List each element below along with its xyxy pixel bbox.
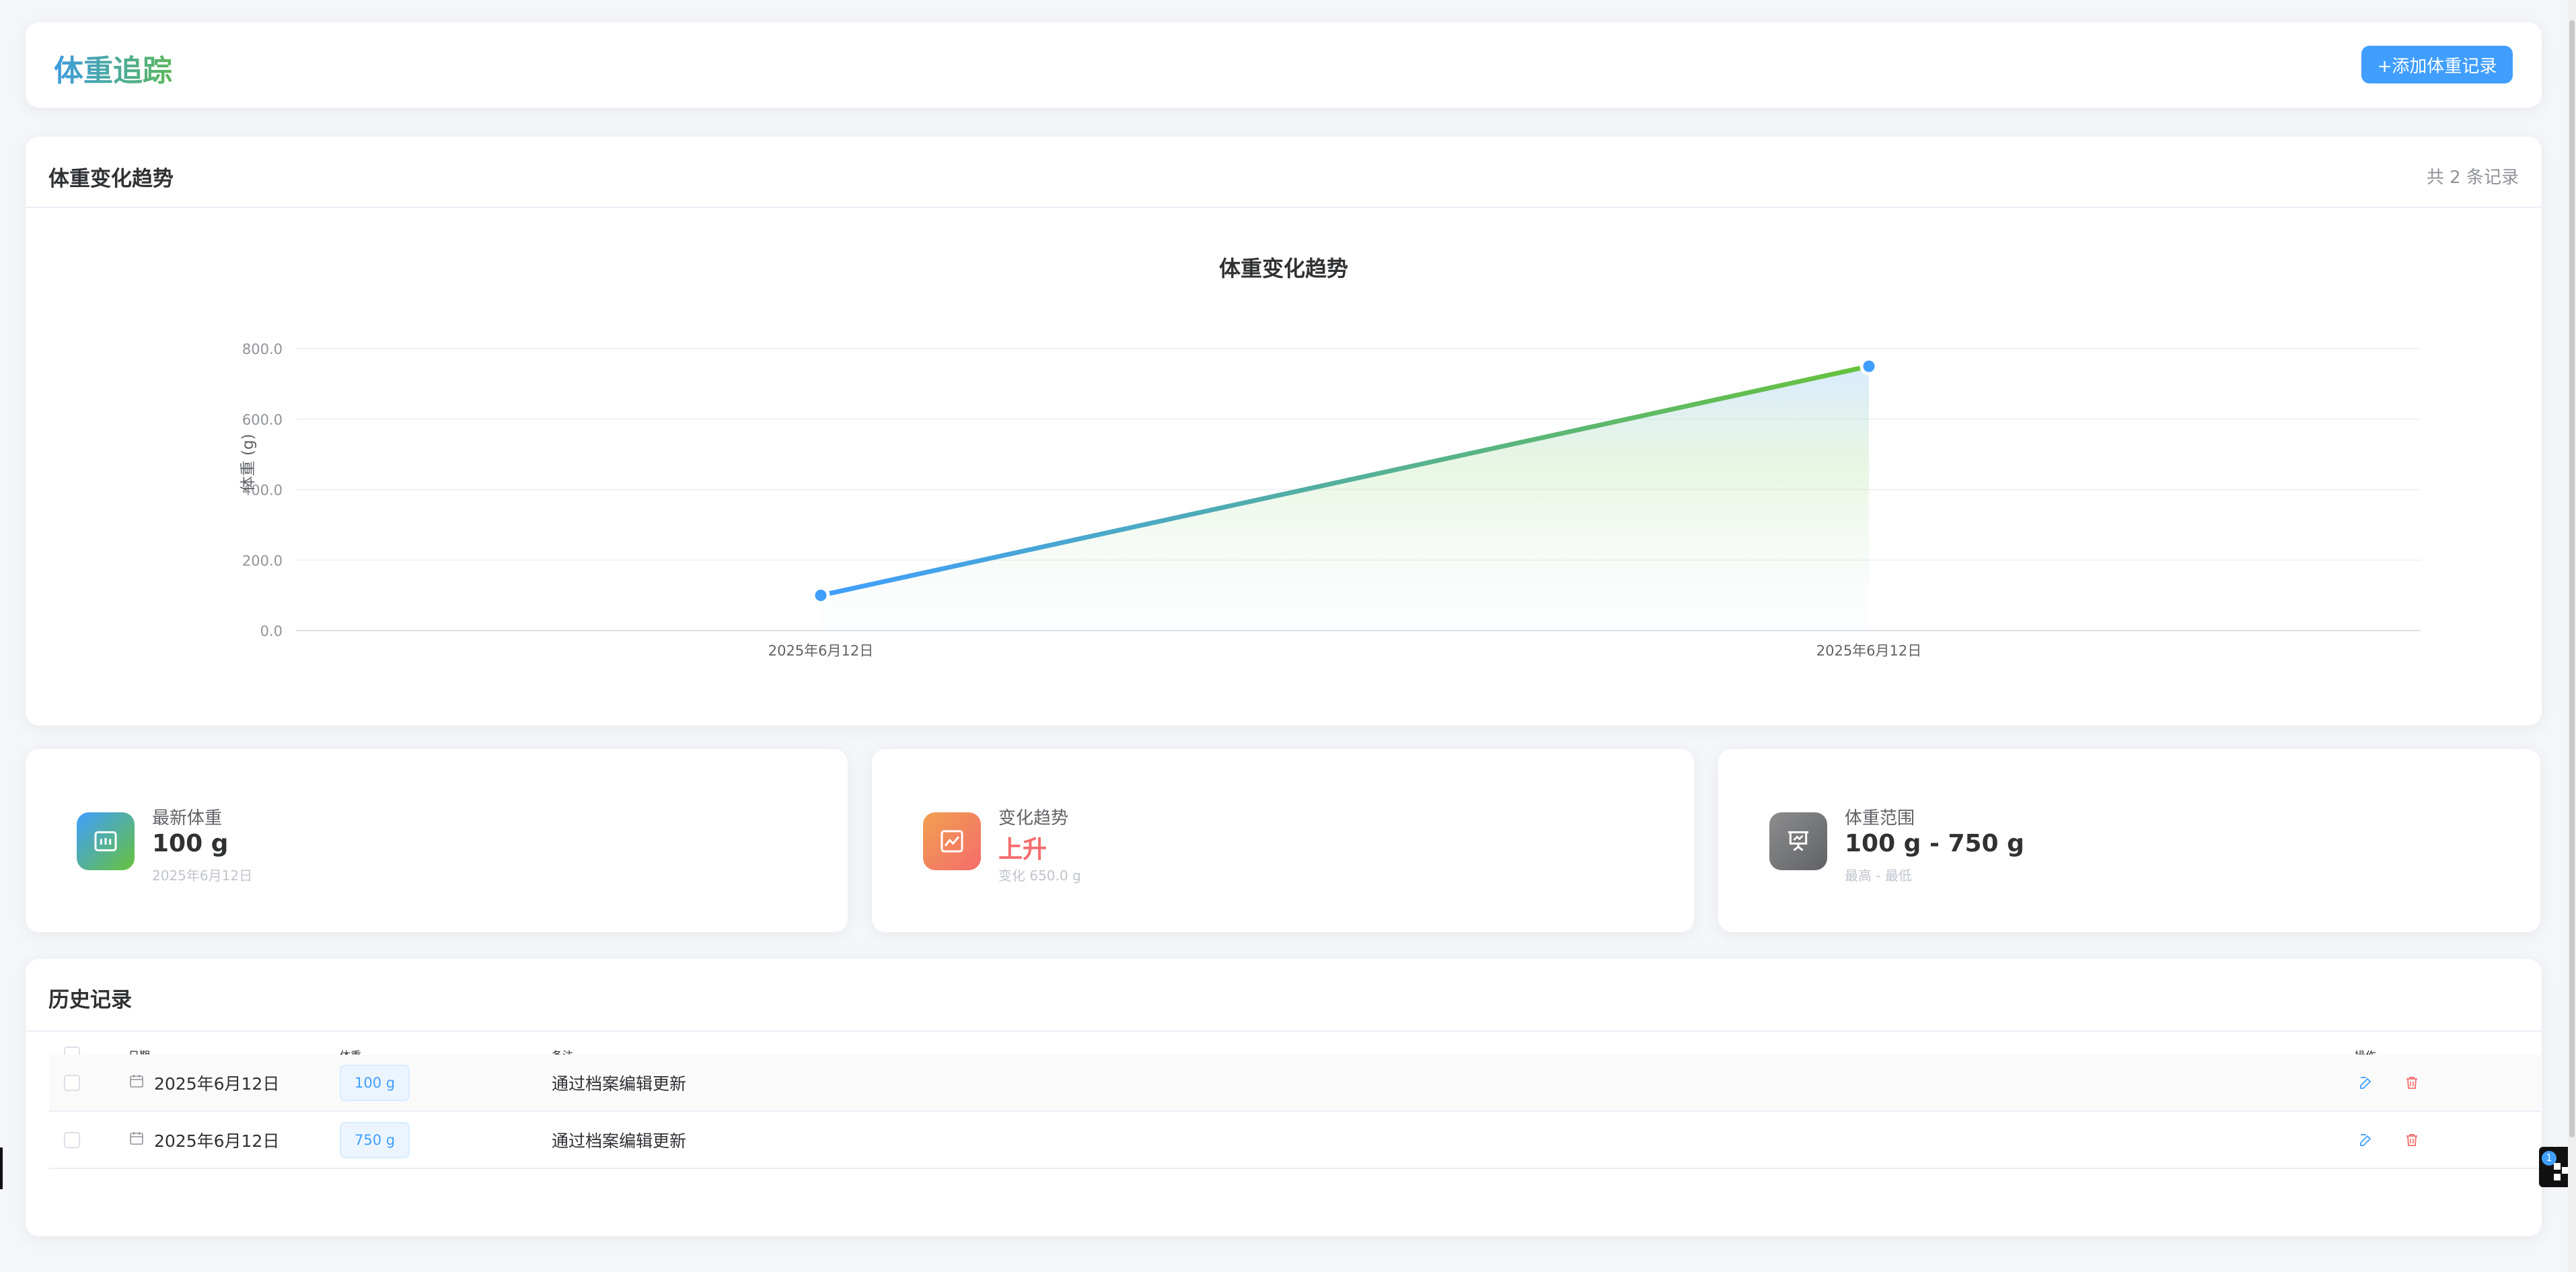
vertical-scrollbar[interactable]: [2568, 0, 2576, 1272]
trend-value: 上升: [998, 836, 1047, 863]
card-divider: [26, 1030, 2542, 1032]
history-card: 历史记录 日期 体重 备注 操作 2025年6月12日 100 g 通过档案编辑…: [26, 959, 2542, 1236]
record-date: 2025年6月12日: [154, 1131, 280, 1151]
chart-y-tick-label: 800.0: [242, 341, 283, 357]
weight-tag: 750 g: [340, 1121, 410, 1158]
edit-icon[interactable]: [2358, 1075, 2374, 1091]
chart-y-tick-label: 600.0: [242, 412, 283, 428]
trend-change: 变化 650.0 g: [998, 868, 1081, 884]
chart-x-tick-label: 2025年6月12日: [768, 643, 874, 659]
weight-line-chart: 体重变化趋势 0.0200.0400.0600.0800.02025年6月12日…: [240, 256, 2421, 659]
record-date: 2025年6月12日: [154, 1073, 280, 1094]
app-title: 体重追踪: [54, 46, 172, 90]
calendar-icon: [128, 1130, 145, 1150]
latest-weight-value: 100 g: [152, 830, 229, 857]
scrollbar-thumb[interactable]: [2569, 20, 2575, 1137]
range-label: 体重范围: [1845, 808, 1915, 828]
range-sub: 最高 - 最低: [1845, 868, 1912, 884]
chart-y-axis-label: 体重 (g): [240, 434, 257, 492]
row-checkbox[interactable]: [64, 1131, 80, 1148]
weight-trend-stat-card: 变化趋势 上升 变化 650.0 g: [872, 749, 1694, 932]
edge-marker: [0, 1147, 3, 1189]
chart-title: 体重变化趋势: [1219, 256, 1348, 281]
edit-icon[interactable]: [2358, 1132, 2374, 1148]
latest-weight-card: 最新体重 100 g 2025年6月12日: [26, 749, 848, 932]
table-row: 2025年6月12日 100 g 通过档案编辑更新: [49, 1055, 2541, 1112]
record-note: 通过档案编辑更新: [552, 1073, 687, 1094]
chart-y-tick-label: 0.0: [260, 623, 283, 639]
chart-y-tick-label: 200.0: [242, 553, 283, 569]
scale-icon: [77, 812, 135, 870]
history-table: 日期 体重 备注 操作 2025年6月12日 100 g 通过档案编辑更新: [49, 1047, 2541, 1169]
record-count: 共 2 条记录: [2426, 168, 2519, 188]
latest-weight-date: 2025年6月12日: [152, 868, 253, 884]
range-value: 100 g - 750 g: [1845, 830, 2024, 857]
chart-data-point[interactable]: [1860, 357, 1878, 376]
delete-icon[interactable]: [2404, 1075, 2420, 1091]
chart-data-point[interactable]: [811, 586, 830, 605]
weight-trend-card: 体重变化趋势 共 2 条记录 体重变化趋势 0.0 200.0 400.0 600.0…: [26, 137, 2542, 726]
header-card: 体重追踪 +添加体重记录: [26, 22, 2542, 108]
weight-tag: 100 g: [340, 1064, 410, 1101]
delete-icon[interactable]: [2404, 1132, 2420, 1148]
latest-weight-label: 最新体重: [152, 808, 223, 828]
weight-range-card: 体重范围 100 g - 750 g 最高 - 最低: [1718, 749, 2540, 932]
chart-area-fill: [821, 366, 1869, 631]
table-row: 2025年6月12日 750 g 通过档案编辑更新: [49, 1112, 2541, 1169]
trend-label: 变化趋势: [998, 808, 1069, 828]
chart-card-title: 体重变化趋势: [48, 167, 174, 191]
record-note: 通过档案编辑更新: [552, 1131, 687, 1151]
add-weight-record-button[interactable]: +添加体重记录: [2361, 46, 2513, 83]
presentation-icon: [1769, 812, 1827, 870]
row-checkbox[interactable]: [64, 1074, 80, 1091]
calendar-icon: [128, 1073, 145, 1093]
trend-up-icon: [923, 812, 981, 870]
chart-x-tick-label: 2025年6月12日: [1816, 643, 1922, 659]
history-title: 历史记录: [48, 988, 132, 1012]
